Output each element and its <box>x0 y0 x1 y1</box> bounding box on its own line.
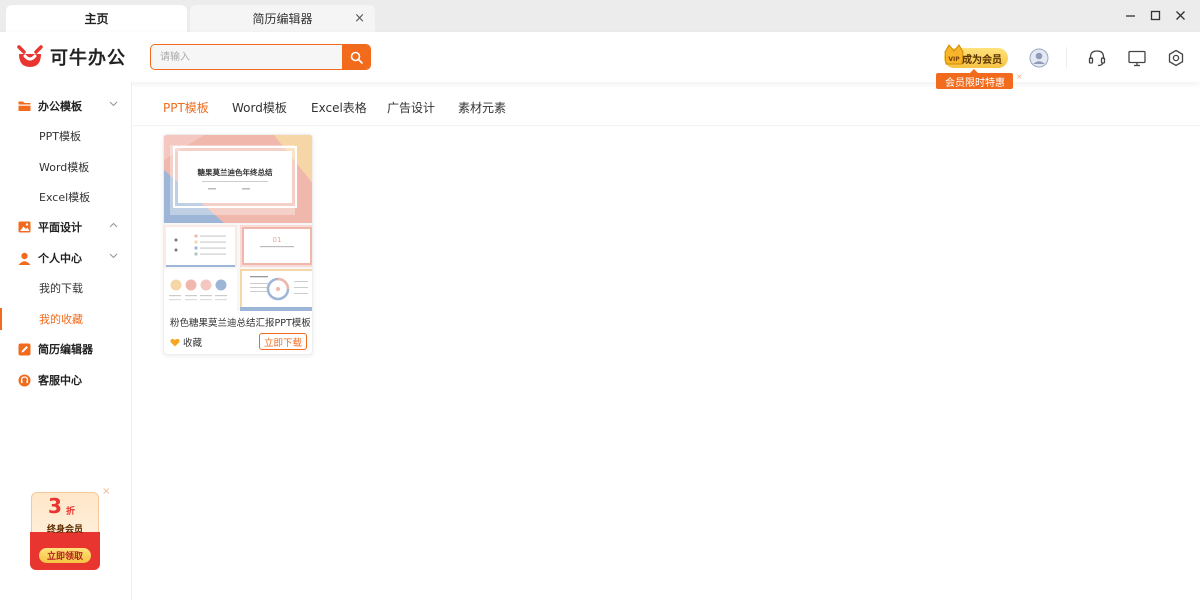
sidebar-group-label: 客服中心 <box>38 374 82 387</box>
app-logo[interactable]: 可牛办公 <box>16 44 126 70</box>
settings-icon <box>1168 49 1184 67</box>
thumbnail-section-number: 01 <box>273 236 282 244</box>
template-thumbnail[interactable]: 糖果莫兰迪色年终总结 01 <box>164 135 313 311</box>
close-icon <box>1175 10 1185 20</box>
sidebar-group-graphic-design[interactable]: 平面设计 <box>0 212 132 242</box>
download-button[interactable]: 立即下载 <box>259 333 307 350</box>
sidebar-item-my-downloads[interactable]: 我的下载 <box>0 273 132 303</box>
chevron-up-icon <box>109 222 118 228</box>
favorite-label: 收藏 <box>183 338 203 349</box>
support-icon <box>18 374 31 386</box>
vip-crown-icon: VIP <box>944 44 964 65</box>
sidebar-item-label: PPT模板 <box>39 130 81 143</box>
sidebar-group-label: 个人中心 <box>38 252 82 265</box>
lifetime-vip-promo[interactable]: 3 折 终身会员 立即领取 × <box>22 486 114 574</box>
tab-material-elements[interactable]: 素材元素 <box>458 99 506 116</box>
settings-button[interactable] <box>1166 48 1186 68</box>
minimize-button[interactable] <box>1120 6 1140 24</box>
sidebar-group-personal-center[interactable]: 个人中心 <box>0 243 132 273</box>
sidebar-item-label: Excel模板 <box>39 191 91 204</box>
maximize-button[interactable] <box>1145 6 1165 24</box>
sidebar-item-word-templates[interactable]: Word模板 <box>0 152 132 182</box>
promo-close-icon[interactable]: × <box>102 486 110 497</box>
search-box <box>150 44 371 70</box>
promo-discount-number: 3 <box>48 494 62 518</box>
template-card[interactable]: 糖果莫兰迪色年终总结 01 粉色糖果莫兰迪总结汇报PPT模板 收藏 立即下载 <box>163 134 313 355</box>
sidebar-item-label: 我的收藏 <box>39 313 83 326</box>
logo-icon <box>17 45 43 67</box>
vip-badge-text: VIP <box>948 56 960 63</box>
tab-resume-editor-label: 简历编辑器 <box>252 12 313 26</box>
sidebar-group-customer-service[interactable]: 客服中心 <box>0 365 132 395</box>
tab-ppt-templates[interactable]: PPT模板 <box>163 99 209 116</box>
sidebar-group-office-templates[interactable]: 办公模板 <box>0 91 132 121</box>
sidebar-item-label: Word模板 <box>39 161 90 174</box>
sidebar-group-label: 简历编辑器 <box>38 343 93 356</box>
sidebar-group-resume-editor[interactable]: 简历编辑器 <box>0 334 132 364</box>
favorite-toggle[interactable]: 收藏 <box>170 335 202 349</box>
avatar-button[interactable] <box>1029 48 1049 68</box>
tab-bar: 主页 简历编辑器 × <box>0 0 1200 32</box>
search-input[interactable] <box>151 45 343 69</box>
promo-claim-button[interactable]: 立即领取 <box>39 548 91 563</box>
maximize-icon <box>1150 10 1160 20</box>
logo-text: 可牛办公 <box>50 48 126 69</box>
customer-service-button[interactable] <box>1087 48 1107 68</box>
edit-icon <box>18 343 31 355</box>
monitor-icon <box>1128 50 1146 67</box>
chevron-down-icon <box>109 101 118 107</box>
tab-ad-design[interactable]: 广告设计 <box>387 99 435 116</box>
sidebar-group-label: 平面设计 <box>38 221 82 234</box>
tab-resume-editor[interactable]: 简历编辑器 × <box>190 5 375 32</box>
become-vip-label: 成为会员 <box>962 54 1002 66</box>
avatar-icon <box>1029 48 1049 68</box>
sidebar: 办公模板 PPT模板 Word模板 Excel模板 平面设计 个人中心 我的下载… <box>0 82 132 600</box>
image-icon <box>18 221 31 233</box>
promo-discount-unit: 折 <box>66 507 76 517</box>
thumbnail-title: 糖果莫兰迪色年终总结 <box>198 167 273 177</box>
vip-promo-label: 会员限时特惠 <box>945 77 1005 89</box>
tab-close-icon[interactable]: × <box>354 11 365 26</box>
close-window-button[interactable] <box>1170 6 1190 24</box>
tab-word-templates[interactable]: Word模板 <box>232 99 287 116</box>
tab-home[interactable]: 主页 <box>6 5 187 32</box>
user-icon <box>18 252 31 265</box>
headset-icon <box>1088 50 1106 67</box>
become-vip-button[interactable]: VIP 成为会员 <box>944 44 1008 68</box>
minimize-icon <box>1125 14 1135 17</box>
sidebar-item-label: 我的下载 <box>39 282 83 295</box>
tab-excel-sheets[interactable]: Excel表格 <box>311 99 367 116</box>
sidebar-group-label: 办公模板 <box>38 100 82 113</box>
desktop-button[interactable] <box>1127 48 1147 68</box>
chevron-down-icon <box>109 253 118 259</box>
template-title[interactable]: 粉色糖果莫兰迪总结汇报PPT模板 <box>170 315 310 329</box>
sidebar-item-my-favorites[interactable]: 我的收藏 <box>0 304 132 334</box>
search-icon <box>350 51 363 64</box>
tab-home-label: 主页 <box>84 12 109 26</box>
search-button[interactable] <box>342 45 370 69</box>
category-tabs: PPT模板 Word模板 Excel表格 广告设计 素材元素 <box>133 82 1200 126</box>
sidebar-item-ppt-templates[interactable]: PPT模板 <box>0 121 132 151</box>
sidebar-item-excel-templates[interactable]: Excel模板 <box>0 182 132 212</box>
header-divider <box>1066 47 1067 69</box>
vip-promo-tooltip[interactable]: 会员限时特惠 × <box>936 69 1023 89</box>
folder-icon <box>18 101 31 111</box>
heart-icon <box>170 338 180 346</box>
promo-title: 终身会员 <box>46 525 83 535</box>
